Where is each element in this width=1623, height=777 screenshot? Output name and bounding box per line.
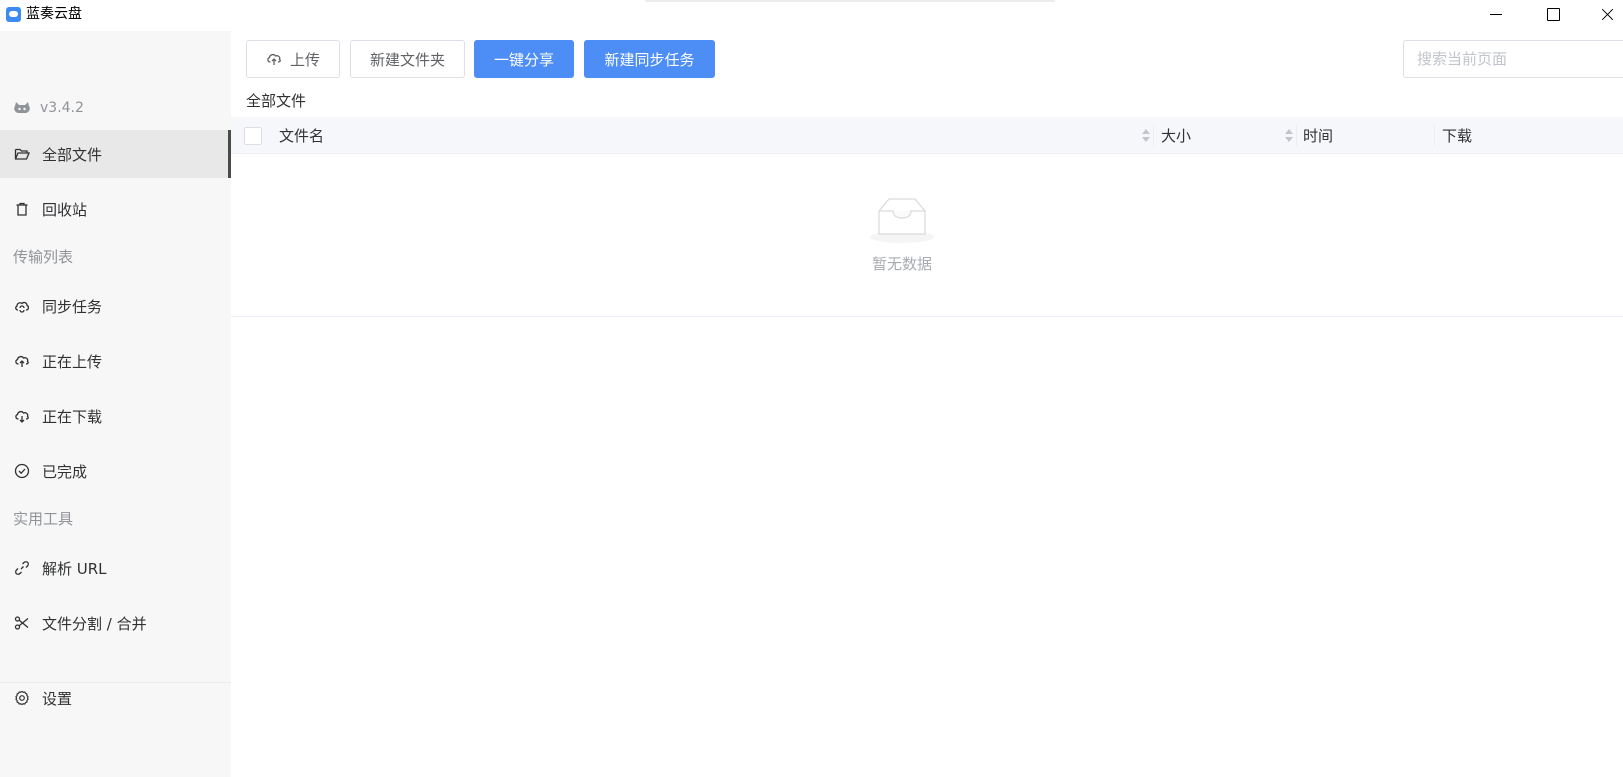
column-header-time[interactable]: 时间 <box>1303 117 1441 154</box>
link-icon <box>14 560 30 576</box>
github-icon <box>13 102 31 114</box>
new-folder-button[interactable]: 新建文件夹 <box>350 40 465 78</box>
empty-inbox-icon <box>869 195 935 245</box>
cloud-sync-icon <box>14 298 30 314</box>
drag-handle[interactable] <box>645 0 1055 2</box>
main-content: 上传 新建文件夹 一键分享 新建同步任务 全部文件 文件名 大小 <box>231 31 1623 777</box>
upload-button[interactable]: 上传 <box>246 40 340 78</box>
column-header-label: 文件名 <box>279 127 325 145</box>
column-separator <box>1434 125 1435 146</box>
close-button[interactable] <box>1586 0 1623 30</box>
cloud-upload-icon <box>266 51 282 67</box>
trash-icon <box>14 201 30 217</box>
select-all-cell <box>244 117 274 154</box>
column-header-label: 时间 <box>1303 127 1334 145</box>
sidebar-item-parse-url[interactable]: 解析 URL <box>0 544 231 592</box>
minimize-button[interactable] <box>1474 0 1520 30</box>
empty-state-text: 暂无数据 <box>871 255 932 273</box>
search-input[interactable] <box>1403 40 1623 78</box>
column-header-label: 大小 <box>1161 127 1192 145</box>
sidebar-item-file-split-merge[interactable]: 文件分割 / 合并 <box>0 599 231 647</box>
scissors-icon <box>14 615 30 631</box>
sidebar-item-uploading[interactable]: 正在上传 <box>0 337 231 385</box>
column-separator <box>1153 125 1154 146</box>
sidebar-item-downloading[interactable]: 正在下载 <box>0 392 231 440</box>
sort-filename-icon[interactable] <box>1141 129 1151 143</box>
sidebar-item-settings[interactable]: 设置 <box>0 674 231 722</box>
version-label[interactable]: v3.4.2 <box>13 98 84 118</box>
table-empty-state: 暂无数据 <box>231 154 1623 317</box>
column-separator <box>1296 125 1297 146</box>
section-label-tools: 实用工具 <box>13 510 74 528</box>
cloud-upload-icon <box>14 353 30 369</box>
title-bar[interactable]: 蓝奏云盘 <box>0 0 1623 30</box>
one-click-share-button[interactable]: 一键分享 <box>474 40 574 78</box>
column-header-filename[interactable]: 文件名 <box>279 117 1199 154</box>
sidebar-item-all-files[interactable]: 全部文件 <box>0 130 231 178</box>
column-header-download[interactable]: 下载 <box>1442 117 1579 154</box>
new-sync-task-button[interactable]: 新建同步任务 <box>584 40 715 78</box>
sidebar-item-label: 文件分割 / 合并 <box>42 614 147 633</box>
cloud-download-icon <box>14 408 30 424</box>
folder-open-icon <box>14 146 30 162</box>
column-header-size[interactable]: 大小 <box>1161 117 1301 154</box>
sidebar-item-label: 全部文件 <box>42 145 103 164</box>
sidebar-item-label: 回收站 <box>42 200 88 219</box>
sidebar-item-recycle-bin[interactable]: 回收站 <box>0 185 231 233</box>
sidebar-item-label: 已完成 <box>42 462 88 481</box>
gear-icon <box>14 690 30 706</box>
sidebar: v3.4.2 全部文件 回收站 传输列表 同步任务 正在上传 正在下载 已完成 … <box>0 31 231 777</box>
app-window: 蓝奏云盘 v3.4.2 全部文件 回收站 传输列表 同步任务 正在上传 正在下载… <box>0 0 1623 777</box>
sidebar-item-label: 正在上传 <box>42 352 103 371</box>
app-logo-icon <box>6 7 21 22</box>
sort-size-icon[interactable] <box>1284 129 1294 143</box>
maximize-button[interactable] <box>1530 0 1576 30</box>
file-table: 文件名 大小 时间 下载 暂无数据 <box>231 117 1623 317</box>
sidebar-item-label: 正在下载 <box>42 407 103 426</box>
upload-button-label: 上传 <box>289 50 320 69</box>
sidebar-item-completed[interactable]: 已完成 <box>0 447 231 495</box>
breadcrumb[interactable]: 全部文件 <box>246 91 306 111</box>
version-text: v3.4.2 <box>40 100 84 116</box>
sidebar-item-label: 同步任务 <box>42 297 103 316</box>
table-header: 文件名 大小 时间 下载 <box>231 117 1623 154</box>
sidebar-item-label: 设置 <box>42 689 73 708</box>
section-label-transfer: 传输列表 <box>13 248 74 266</box>
sidebar-item-label: 解析 URL <box>42 559 107 578</box>
column-header-label: 下载 <box>1442 127 1473 145</box>
sidebar-item-sync-tasks[interactable]: 同步任务 <box>0 282 231 330</box>
check-circle-icon <box>14 463 30 479</box>
select-all-checkbox[interactable] <box>244 126 262 145</box>
app-title: 蓝奏云盘 <box>26 6 82 22</box>
